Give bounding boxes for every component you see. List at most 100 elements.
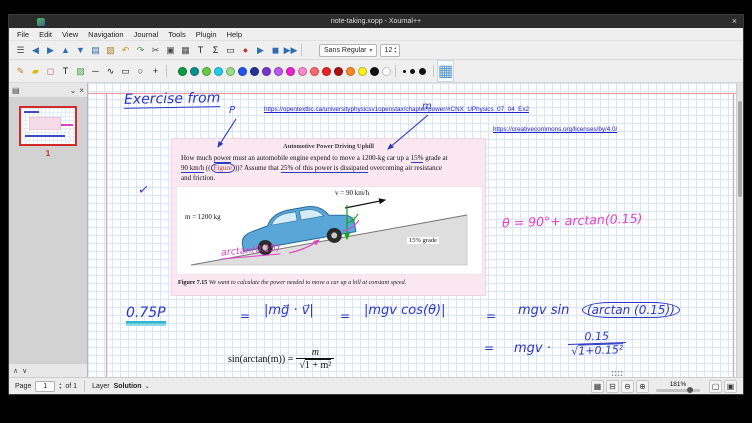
menu-item[interactable]: Edit (34, 30, 57, 39)
color-swatch[interactable] (310, 67, 319, 76)
shape-tool-icon[interactable]: ▭ (223, 43, 238, 57)
spin-down-icon[interactable]: ▾ (59, 386, 61, 390)
license-url-link[interactable]: https://creativecommons.org/licenses/by/… (493, 126, 617, 133)
radicand: 1 + m² (305, 359, 331, 371)
color-swatch[interactable] (226, 67, 235, 76)
thumb-mark (61, 124, 73, 126)
scrollbar-thumb[interactable] (738, 101, 742, 197)
color-swatch[interactable] (238, 67, 247, 76)
figure-caption: Figure 7.15 We want to calculate the pow… (178, 280, 481, 288)
fraction-numerator: 0.15 (581, 330, 612, 343)
highlighter-tool-icon[interactable]: ▰ (28, 64, 43, 78)
menu-item[interactable]: Navigation (83, 30, 128, 39)
color-swatch[interactable] (382, 67, 391, 76)
color-swatch[interactable] (358, 67, 367, 76)
text-tool-icon[interactable]: T (58, 64, 73, 78)
page-preview-icon[interactable]: ▤ (12, 86, 20, 95)
sidebar-toggle-icon[interactable]: ☰ (13, 43, 28, 57)
hand-tool-icon[interactable]: + (148, 64, 163, 78)
menu-item[interactable]: Plugin (191, 30, 222, 39)
next-page-button[interactable]: ∨ (22, 367, 27, 375)
prev-page-button[interactable]: ∧ (13, 367, 18, 375)
close-window-icon[interactable]: × (732, 16, 737, 26)
layer-dropdown[interactable]: Solution ⌄ (114, 383, 150, 390)
fraction-numerator: m (309, 347, 322, 358)
menu-bar: FileEditViewNavigationJournalToolsPlugin… (9, 28, 743, 41)
sidebar-collapse-icon[interactable]: ⌄ (70, 86, 77, 95)
color-swatch[interactable] (178, 67, 187, 76)
color-swatch[interactable] (274, 67, 283, 76)
figure-link[interactable]: Figure (211, 163, 235, 173)
cut-icon[interactable]: ✂ (148, 43, 163, 57)
zoom-out-icon[interactable]: ⊖ (621, 380, 634, 393)
page-next-icon[interactable]: ▶ (43, 43, 58, 57)
color-swatch[interactable] (370, 67, 379, 76)
color-swatch[interactable] (322, 67, 331, 76)
pen-tool-icon[interactable]: ✎ (13, 64, 28, 78)
page-prev-icon[interactable]: ◀ (28, 43, 43, 57)
select-lasso-icon[interactable]: ○ (133, 64, 148, 78)
page-last-icon[interactable]: ▼ (73, 43, 88, 57)
eraser-tool-icon[interactable]: ◻ (43, 64, 58, 78)
select-rect-icon[interactable]: ▭ (118, 64, 133, 78)
menu-item[interactable]: Tools (163, 30, 191, 39)
color-swatch[interactable] (190, 67, 199, 76)
floating-toolbar-grip[interactable] (611, 370, 623, 377)
menu-item[interactable]: File (12, 30, 34, 39)
open-icon[interactable]: ▧ (103, 43, 118, 57)
color-swatch[interactable] (250, 67, 259, 76)
color-swatch[interactable] (298, 67, 307, 76)
font-select[interactable]: Sans Regular ▾ (319, 44, 377, 57)
velocity-arrow (345, 200, 385, 208)
page-first-icon[interactable]: ▲ (58, 43, 73, 57)
zoom-in-icon[interactable]: ⊕ (636, 380, 649, 393)
seek-audio-icon[interactable]: ▶▶ (283, 43, 298, 57)
exercise-text-underlined: 90 km/h (181, 164, 204, 173)
color-swatch[interactable] (214, 67, 223, 76)
presentation-icon[interactable]: ▣ (724, 380, 737, 393)
stroke-medium-icon[interactable] (410, 69, 415, 74)
color-swatch[interactable] (286, 67, 295, 76)
exercise-box: Automotive Power Driving Uphill How much… (171, 138, 486, 296)
redo-icon[interactable]: ↷ (133, 43, 148, 57)
sidebar-close-icon[interactable]: × (79, 86, 84, 95)
menu-item[interactable]: View (57, 30, 83, 39)
paste-icon[interactable]: ▦ (178, 43, 193, 57)
title-bar[interactable]: note-taking.xopp - Xournal++ × (9, 15, 743, 28)
color-swatch[interactable] (334, 67, 343, 76)
ruler-tool-icon[interactable]: ─ (88, 64, 103, 78)
grid-snap-icon[interactable]: ▦ (437, 60, 454, 82)
vertical-scrollbar[interactable] (736, 83, 743, 377)
save-icon[interactable]: ▤ (88, 43, 103, 57)
shape-recognizer-icon[interactable]: ∿ (103, 64, 118, 78)
page-spinner[interactable]: ▴ ▾ (59, 382, 61, 390)
source-url-link[interactable]: https://opentextbc.ca/universityphysicsv… (264, 106, 529, 113)
undo-icon[interactable]: ↶ (118, 43, 133, 57)
color-swatch[interactable] (262, 67, 271, 76)
zoom-slider-thumb[interactable] (687, 387, 693, 393)
fit-width-icon[interactable]: ▦ (591, 380, 604, 393)
page-margin-line (733, 93, 734, 377)
stroke-fine-icon[interactable] (403, 70, 406, 73)
page-thumbnail[interactable] (19, 106, 77, 146)
font-size-spin-icons[interactable]: ▴▾ (394, 46, 396, 54)
stroke-thick-icon[interactable] (419, 68, 426, 75)
fullscreen-icon[interactable]: ▢ (709, 380, 722, 393)
layer-label: Layer (92, 383, 110, 390)
fit-page-icon[interactable]: ⊟ (606, 380, 619, 393)
tex-tool-icon[interactable]: Σ (208, 43, 223, 57)
menu-item[interactable]: Help (222, 30, 247, 39)
text-tool-icon[interactable]: T (193, 43, 208, 57)
font-size-stepper[interactable]: 12 ▴▾ (380, 44, 400, 57)
copy-icon[interactable]: ▣ (163, 43, 178, 57)
zoom-slider[interactable] (656, 389, 700, 392)
image-tool-icon[interactable]: ▨ (73, 64, 88, 78)
play-audio-icon[interactable]: ▶ (253, 43, 268, 57)
record-audio-icon[interactable]: ● (238, 43, 253, 57)
page-number-input[interactable] (35, 381, 55, 392)
color-swatch[interactable] (202, 67, 211, 76)
color-swatch[interactable] (346, 67, 355, 76)
menu-item[interactable]: Journal (129, 30, 164, 39)
document-canvas[interactable]: Exercise from https://opentextbc.ca/univ… (88, 83, 743, 377)
stop-audio-icon[interactable]: ◼ (268, 43, 283, 57)
